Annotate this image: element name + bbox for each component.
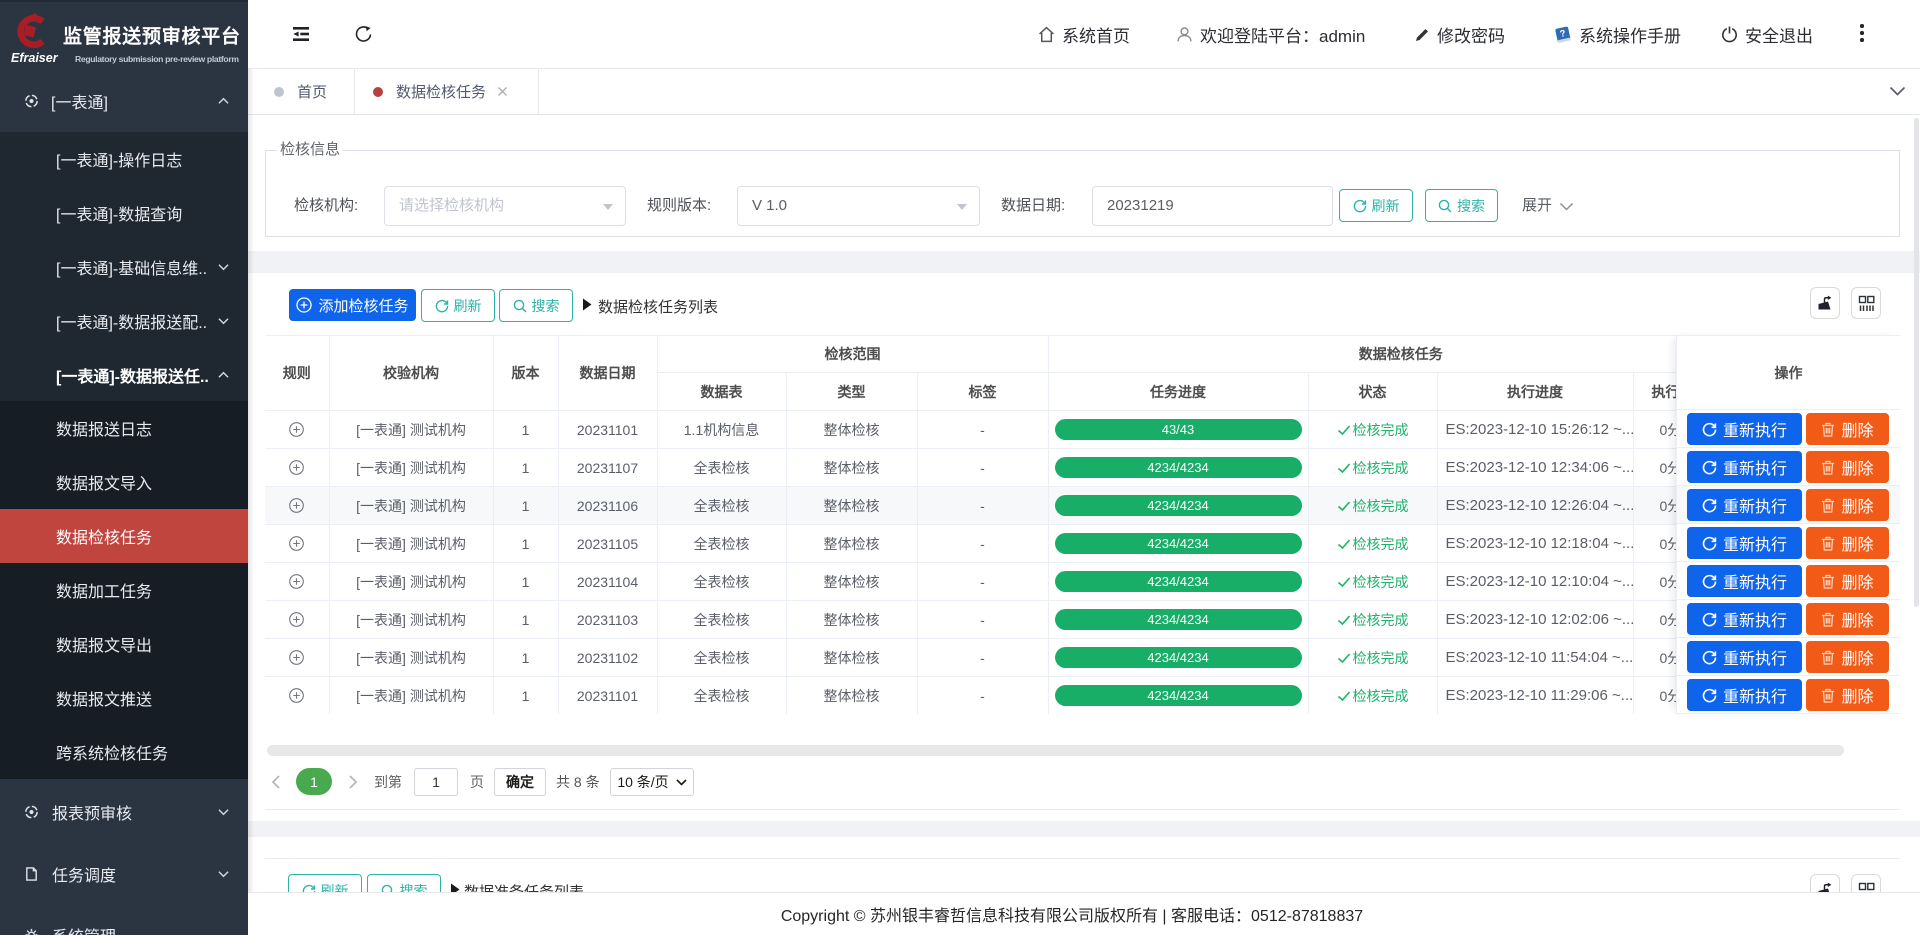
svg-text:监管报送预审核平台: 监管报送预审核平台 <box>63 25 240 48</box>
svg-text:Regulatory submission pre-revi: Regulatory submission pre-review platfor… <box>75 54 239 64</box>
svg-text:Efraiser: Efraiser <box>11 51 59 65</box>
